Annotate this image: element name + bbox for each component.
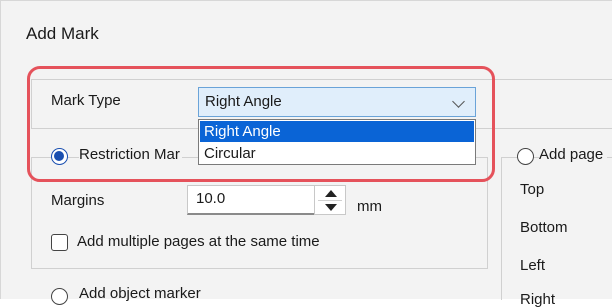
triangle-down-icon[interactable] [325,204,337,211]
side-right-label: Right [520,291,556,308]
mark-type-selected-value: Right Angle [205,93,282,110]
margins-value: 10.0 [196,190,226,207]
add-mark-dialog: Add Mark Mark Type Right Angle Right Ang… [0,0,612,308]
dialog-title: Add Mark [26,24,99,43]
side-top-label: Top [520,181,545,198]
add-page-radio[interactable] [517,148,534,165]
add-page-label: Add page [539,146,608,163]
multiple-pages-label: Add multiple pages at the same time [77,233,320,250]
multiple-pages-checkbox[interactable] [51,234,68,251]
margins-unit: mm [357,198,382,215]
side-bottom-label: Bottom [520,219,568,236]
chevron-down-icon[interactable] [452,95,465,108]
mark-type-label: Mark Type [51,92,121,109]
mark-type-options-list: Right Angle Circular [198,119,476,165]
restriction-margin-radio[interactable] [51,148,68,165]
option-circular[interactable]: Circular [200,143,474,164]
margins-label: Margins [51,192,105,209]
stepper-divider [318,200,342,201]
triangle-up-icon[interactable] [325,190,337,197]
margins-input[interactable]: 10.0 [187,185,315,215]
side-left-label: Left [520,257,546,274]
mark-type-dropdown[interactable]: Right Angle [198,87,476,117]
object-marker-label: Add object marker [79,285,201,302]
margins-stepper[interactable] [314,185,346,215]
restriction-margin-label: Restriction Mar [79,146,182,163]
object-marker-radio[interactable] [51,288,68,305]
option-right-angle[interactable]: Right Angle [200,121,474,142]
